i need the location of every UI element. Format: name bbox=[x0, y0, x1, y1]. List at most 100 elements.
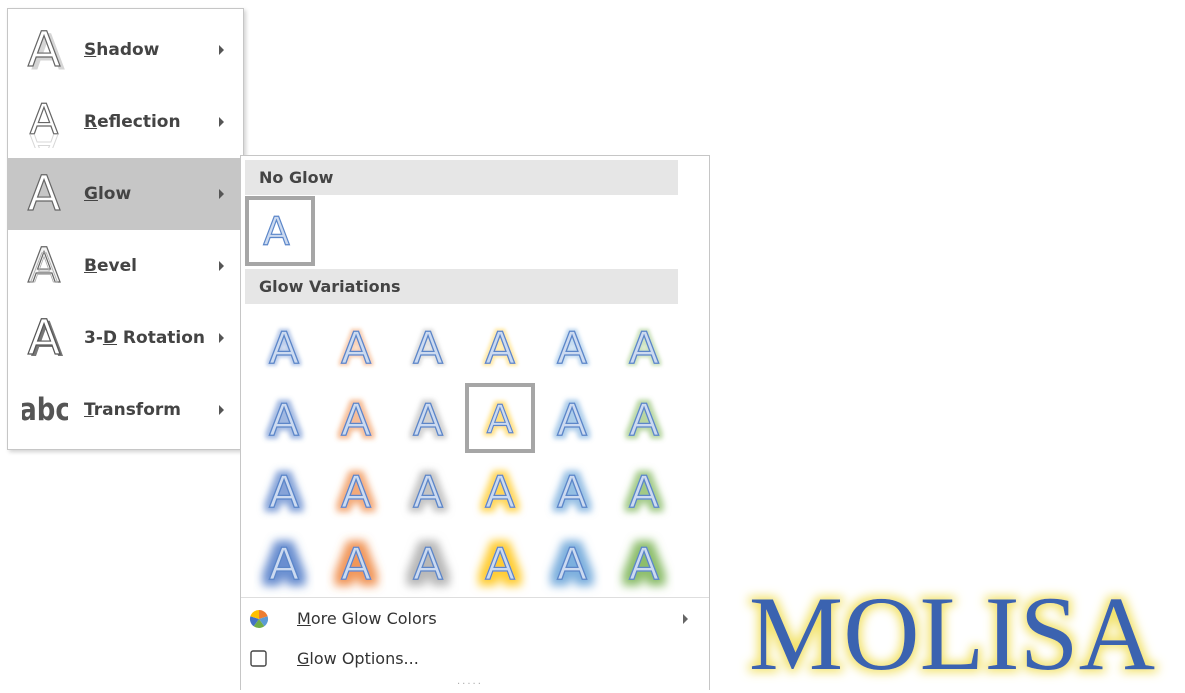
svg-text:A: A bbox=[413, 539, 443, 590]
no-glow-option[interactable]: A bbox=[245, 196, 315, 266]
svg-text:A: A bbox=[30, 124, 59, 148]
glow-letter-a-icon: A bbox=[484, 466, 515, 518]
glow-variation-tile[interactable]: A bbox=[537, 383, 607, 453]
glow-letter-a-icon: A bbox=[556, 466, 587, 518]
glow-variation-tile[interactable]: A bbox=[393, 527, 463, 597]
glow-letter-a-icon: A bbox=[412, 322, 443, 374]
svg-text:abc: abc bbox=[22, 391, 68, 428]
shadow-a-icon: A A bbox=[27, 24, 65, 76]
glow-variation-tile[interactable]: A bbox=[609, 527, 679, 597]
svg-text:A: A bbox=[629, 467, 659, 518]
svg-text:A: A bbox=[30, 246, 58, 292]
svg-text:A: A bbox=[28, 168, 61, 220]
glow-letter-a-icon: A bbox=[556, 394, 587, 446]
svg-text:A: A bbox=[557, 323, 587, 374]
svg-text:A: A bbox=[269, 395, 299, 446]
menu-item-glow[interactable]: A Glow bbox=[8, 158, 243, 230]
glow-letter-a-icon: A bbox=[628, 466, 659, 518]
glow-variation-tile[interactable]: A bbox=[249, 455, 319, 525]
svg-text:A: A bbox=[557, 467, 587, 518]
svg-text:A: A bbox=[413, 467, 443, 518]
options-checkbox-icon bbox=[250, 650, 267, 667]
glow-letter-a-icon: A bbox=[268, 538, 299, 590]
glow-letter-a-icon: A bbox=[340, 466, 371, 518]
glow-variation-tile[interactable]: A bbox=[537, 311, 607, 381]
menu-item-transform[interactable]: abc Transform bbox=[8, 374, 243, 446]
glow-letter-a-icon: A bbox=[412, 394, 443, 446]
no-glow-header: No Glow bbox=[245, 160, 678, 195]
glow-variation-tile[interactable]: A bbox=[321, 311, 391, 381]
glow-gallery: No Glow A Glow Variations A A A A A A A … bbox=[240, 155, 710, 690]
submenu-arrow-icon bbox=[219, 261, 224, 271]
svg-text:A: A bbox=[269, 539, 299, 590]
menu-item-label: Reflection bbox=[84, 112, 181, 132]
glow-letter-a-icon: A bbox=[340, 322, 371, 374]
svg-text:A: A bbox=[341, 539, 371, 590]
glow-variation-tile[interactable]: A bbox=[321, 383, 391, 453]
svg-text:A: A bbox=[557, 539, 587, 590]
glow-variation-tile[interactable]: A bbox=[393, 455, 463, 525]
glow-variation-tile[interactable]: A bbox=[609, 455, 679, 525]
svg-text:A: A bbox=[629, 539, 659, 590]
molisa-text: MOLISA bbox=[749, 575, 1155, 692]
glow-variations-header: Glow Variations bbox=[245, 269, 678, 304]
glow-variation-tile[interactable]: A bbox=[249, 311, 319, 381]
menu-item-3d-rotation[interactable]: A A 3-D Rotation bbox=[8, 302, 243, 374]
resize-grip-icon[interactable]: ..... bbox=[457, 677, 483, 687]
glow-variation-tile[interactable]: A bbox=[321, 527, 391, 597]
menu-item-bevel[interactable]: A A Bevel bbox=[8, 230, 243, 302]
glow-variation-tile[interactable]: A bbox=[465, 311, 535, 381]
glow-variation-tile[interactable]: A bbox=[609, 311, 679, 381]
glow-letter-a-icon: A bbox=[556, 322, 587, 374]
svg-text:A: A bbox=[341, 467, 371, 518]
svg-text:A: A bbox=[413, 395, 443, 446]
transform-abc-icon: abc bbox=[22, 391, 68, 428]
glow-letter-a-icon: A bbox=[628, 322, 659, 374]
menu-item-label: Shadow bbox=[84, 40, 160, 60]
bevel-a-icon: A A bbox=[27, 240, 61, 292]
glow-letter-a-icon: A bbox=[412, 466, 443, 518]
glow-variation-tile[interactable]: A bbox=[537, 527, 607, 597]
svg-text:A: A bbox=[629, 395, 659, 446]
glow-variation-tile[interactable]: A bbox=[249, 527, 319, 597]
glow-letter-a-icon: A bbox=[486, 397, 514, 443]
glow-variation-tile[interactable]: A bbox=[609, 383, 679, 453]
menu-item-reflection[interactable]: A A Reflection bbox=[8, 86, 243, 158]
glow-variation-tile[interactable]: A bbox=[537, 455, 607, 525]
reflection-a-icon: A A bbox=[29, 96, 59, 148]
svg-text:A: A bbox=[341, 323, 371, 374]
submenu-arrow-icon bbox=[683, 614, 688, 624]
rotation-3d-a-icon: A A bbox=[27, 312, 64, 364]
glow-letter-a-icon: A bbox=[268, 322, 299, 374]
glow-variation-tile[interactable]: A bbox=[321, 455, 391, 525]
glow-options-item[interactable]: Glow Options... bbox=[241, 641, 709, 677]
glow-letter-a-icon: A bbox=[628, 538, 659, 590]
menu-item-label: Transform bbox=[84, 400, 181, 420]
glow-letter-a-icon: A bbox=[484, 322, 515, 374]
text-effects-menu: A A Shadow A A Reflection A Glow A A Bev… bbox=[7, 8, 244, 450]
glow-options-label: Glow Options... bbox=[297, 649, 419, 668]
submenu-arrow-icon bbox=[219, 333, 224, 343]
svg-text:A: A bbox=[269, 323, 299, 374]
svg-text:A: A bbox=[485, 467, 515, 518]
glow-letter-a-icon: A bbox=[340, 538, 371, 590]
submenu-arrow-icon bbox=[219, 189, 224, 199]
menu-item-label: Bevel bbox=[84, 256, 137, 276]
svg-text:A: A bbox=[28, 24, 61, 76]
glow-variation-tile[interactable]: A bbox=[465, 527, 535, 597]
molisa-preview-text: MOLISA bbox=[720, 571, 1185, 692]
glow-variation-tile[interactable]: A bbox=[465, 383, 535, 453]
glow-letter-a-icon: A bbox=[628, 394, 659, 446]
svg-text:A: A bbox=[485, 323, 515, 374]
svg-text:A: A bbox=[485, 539, 515, 590]
svg-text:A: A bbox=[341, 395, 371, 446]
more-glow-colors-item[interactable]: More Glow Colors bbox=[241, 601, 709, 637]
glow-variation-tile[interactable]: A bbox=[393, 383, 463, 453]
glow-variation-tile[interactable]: A bbox=[393, 311, 463, 381]
letter-a-icon: A bbox=[263, 210, 291, 256]
glow-variation-tile[interactable]: A bbox=[249, 383, 319, 453]
glow-variation-tile[interactable]: A bbox=[465, 455, 535, 525]
glow-letter-a-icon: A bbox=[340, 394, 371, 446]
menu-item-shadow[interactable]: A A Shadow bbox=[8, 14, 243, 86]
svg-text:A: A bbox=[629, 323, 659, 374]
